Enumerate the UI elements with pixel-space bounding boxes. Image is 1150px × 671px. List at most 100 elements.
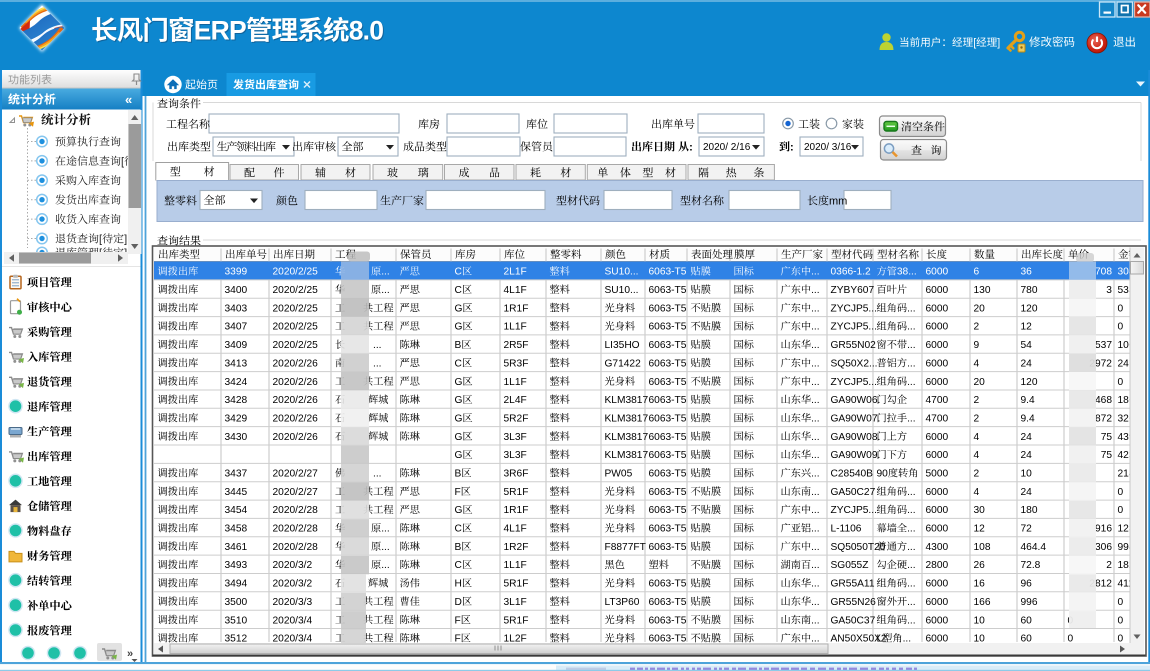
svg-text:3430: 3430 (225, 432, 248, 443)
svg-text:...: ... (903, 634, 912, 645)
svg-text:3409: 3409 (225, 340, 248, 351)
svg-text:PW05: PW05 (605, 469, 633, 480)
svg-text:3510: 3510 (225, 615, 248, 626)
svg-text:[: [ (121, 156, 124, 168)
svg-text:3461: 3461 (225, 542, 248, 553)
svg-text:SQ5050T20: SQ5050T20 (831, 542, 886, 553)
svg-text:3493: 3493 (225, 560, 248, 571)
svg-text:GA90W07.: GA90W07. (831, 414, 881, 425)
svg-text:96: 96 (1021, 579, 1033, 590)
svg-text:2L4F: 2L4F (504, 395, 527, 406)
svg-text::: : (790, 142, 794, 154)
svg-text:...: ... (811, 560, 820, 571)
svg-text:...: ... (907, 340, 916, 351)
svg-text:36: 36 (1021, 267, 1033, 278)
svg-text:3R6F: 3R6F (504, 469, 529, 480)
svg-text:G71422: G71422 (605, 358, 642, 369)
svg-text:996: 996 (1021, 597, 1038, 608)
svg-text:D: D (455, 597, 462, 608)
svg-text:F8877FT: F8877FT (605, 542, 646, 553)
svg-text:2800: 2800 (926, 560, 949, 571)
svg-text:[: [ (99, 234, 102, 246)
svg-text:30: 30 (974, 505, 986, 516)
svg-text:...: ... (907, 542, 916, 553)
svg-text:5000: 5000 (926, 469, 949, 480)
svg-text:5R2F: 5R2F (504, 414, 529, 425)
svg-text:ZYBY607: ZYBY607 (831, 285, 875, 296)
svg-text:SG055Z: SG055Z (831, 560, 869, 571)
svg-text:H: H (455, 579, 462, 590)
svg-text:»: » (127, 648, 133, 660)
svg-text:GA50C37: GA50C37 (831, 615, 876, 626)
svg-text:166: 166 (974, 597, 991, 608)
svg-text:...: ... (907, 524, 916, 535)
svg-text:3429: 3429 (225, 414, 248, 425)
svg-text:3: 3 (1106, 285, 1112, 296)
svg-text:4300: 4300 (926, 542, 949, 553)
svg-text:6: 6 (974, 267, 980, 278)
svg-text:...: ... (811, 469, 820, 480)
svg-text:3L1F: 3L1F (504, 597, 527, 608)
svg-text:«: « (125, 92, 132, 107)
svg-text:C28540B: C28540B (831, 469, 874, 480)
svg-text:...: ... (811, 524, 820, 535)
svg-text:38...: 38... (897, 267, 917, 278)
svg-text:L: L (877, 634, 883, 645)
svg-text:180: 180 (1021, 505, 1038, 516)
svg-text:3512: 3512 (225, 634, 248, 645)
svg-text:2L1F: 2L1F (504, 267, 527, 278)
svg-text:...: ... (907, 560, 916, 571)
svg-text:464.4: 464.4 (1021, 542, 1047, 553)
svg-text:GR55A11: GR55A11 (831, 579, 875, 590)
svg-text:3428: 3428 (225, 395, 248, 406)
svg-text:...: ... (907, 414, 916, 425)
svg-text:90: 90 (877, 469, 889, 480)
svg-text:...: ... (907, 597, 916, 608)
svg-text:306: 306 (1095, 542, 1112, 553)
svg-text:1L2F: 1L2F (504, 634, 527, 645)
svg-text:GR55N02: GR55N02 (831, 340, 877, 351)
svg-text:]: ] (124, 234, 127, 246)
svg-text:LI35HO: LI35HO (605, 340, 640, 351)
svg-text:LT3P60: LT3P60 (605, 597, 640, 608)
svg-text:1R2F: 1R2F (504, 542, 529, 553)
svg-text:872: 872 (1095, 414, 1112, 425)
svg-text:]: ] (997, 37, 1000, 49)
svg-text:3445: 3445 (225, 487, 248, 498)
svg-text:468: 468 (1095, 395, 1112, 406)
svg-text:L-1106: L-1106 (831, 524, 862, 535)
svg-text:3407: 3407 (225, 322, 248, 333)
svg-text:...: ... (907, 358, 916, 369)
svg-text:GA50C27: GA50C27 (831, 487, 876, 498)
svg-text:GA90W09.: GA90W09. (831, 450, 881, 461)
svg-text:26: 26 (974, 560, 986, 571)
svg-text:108: 108 (974, 542, 991, 553)
svg-text:GA90W08.: GA90W08. (831, 432, 881, 443)
svg-text:mm: mm (829, 196, 847, 208)
svg-text:0366-1.2: 0366-1.2 (831, 267, 872, 278)
svg-text:5R3F: 5R3F (504, 358, 529, 369)
svg-text:2020/ 3/16: 2020/ 3/16 (804, 142, 852, 153)
svg-text:2020/ 2/16: 2020/ 2/16 (703, 142, 751, 153)
svg-text:SQ50X2...: SQ50X2... (831, 358, 878, 369)
svg-text:3413: 3413 (225, 358, 248, 369)
svg-text:130: 130 (974, 285, 991, 296)
svg-text:72: 72 (1021, 524, 1033, 535)
svg-text:916: 916 (1095, 524, 1112, 535)
svg-text:GA90W06.: GA90W06. (831, 395, 881, 406)
svg-text:3437: 3437 (225, 469, 248, 480)
svg-text:780: 780 (1021, 285, 1038, 296)
svg-text:3454: 3454 (225, 505, 248, 516)
svg-text:3400: 3400 (225, 285, 248, 296)
svg-text::: : (689, 142, 693, 154)
svg-text:708: 708 (1095, 267, 1112, 278)
svg-text:[: [ (973, 37, 976, 49)
svg-text:16: 16 (974, 579, 986, 590)
svg-text:9: 9 (974, 340, 980, 351)
svg-text:3500: 3500 (225, 597, 248, 608)
svg-text:2020/3/3: 2020/3/3 (273, 597, 313, 608)
svg-text:3494: 3494 (225, 579, 248, 590)
svg-text:72.8: 72.8 (1021, 560, 1041, 571)
svg-text:3399: 3399 (225, 267, 248, 278)
svg-text:3424: 3424 (225, 377, 248, 388)
